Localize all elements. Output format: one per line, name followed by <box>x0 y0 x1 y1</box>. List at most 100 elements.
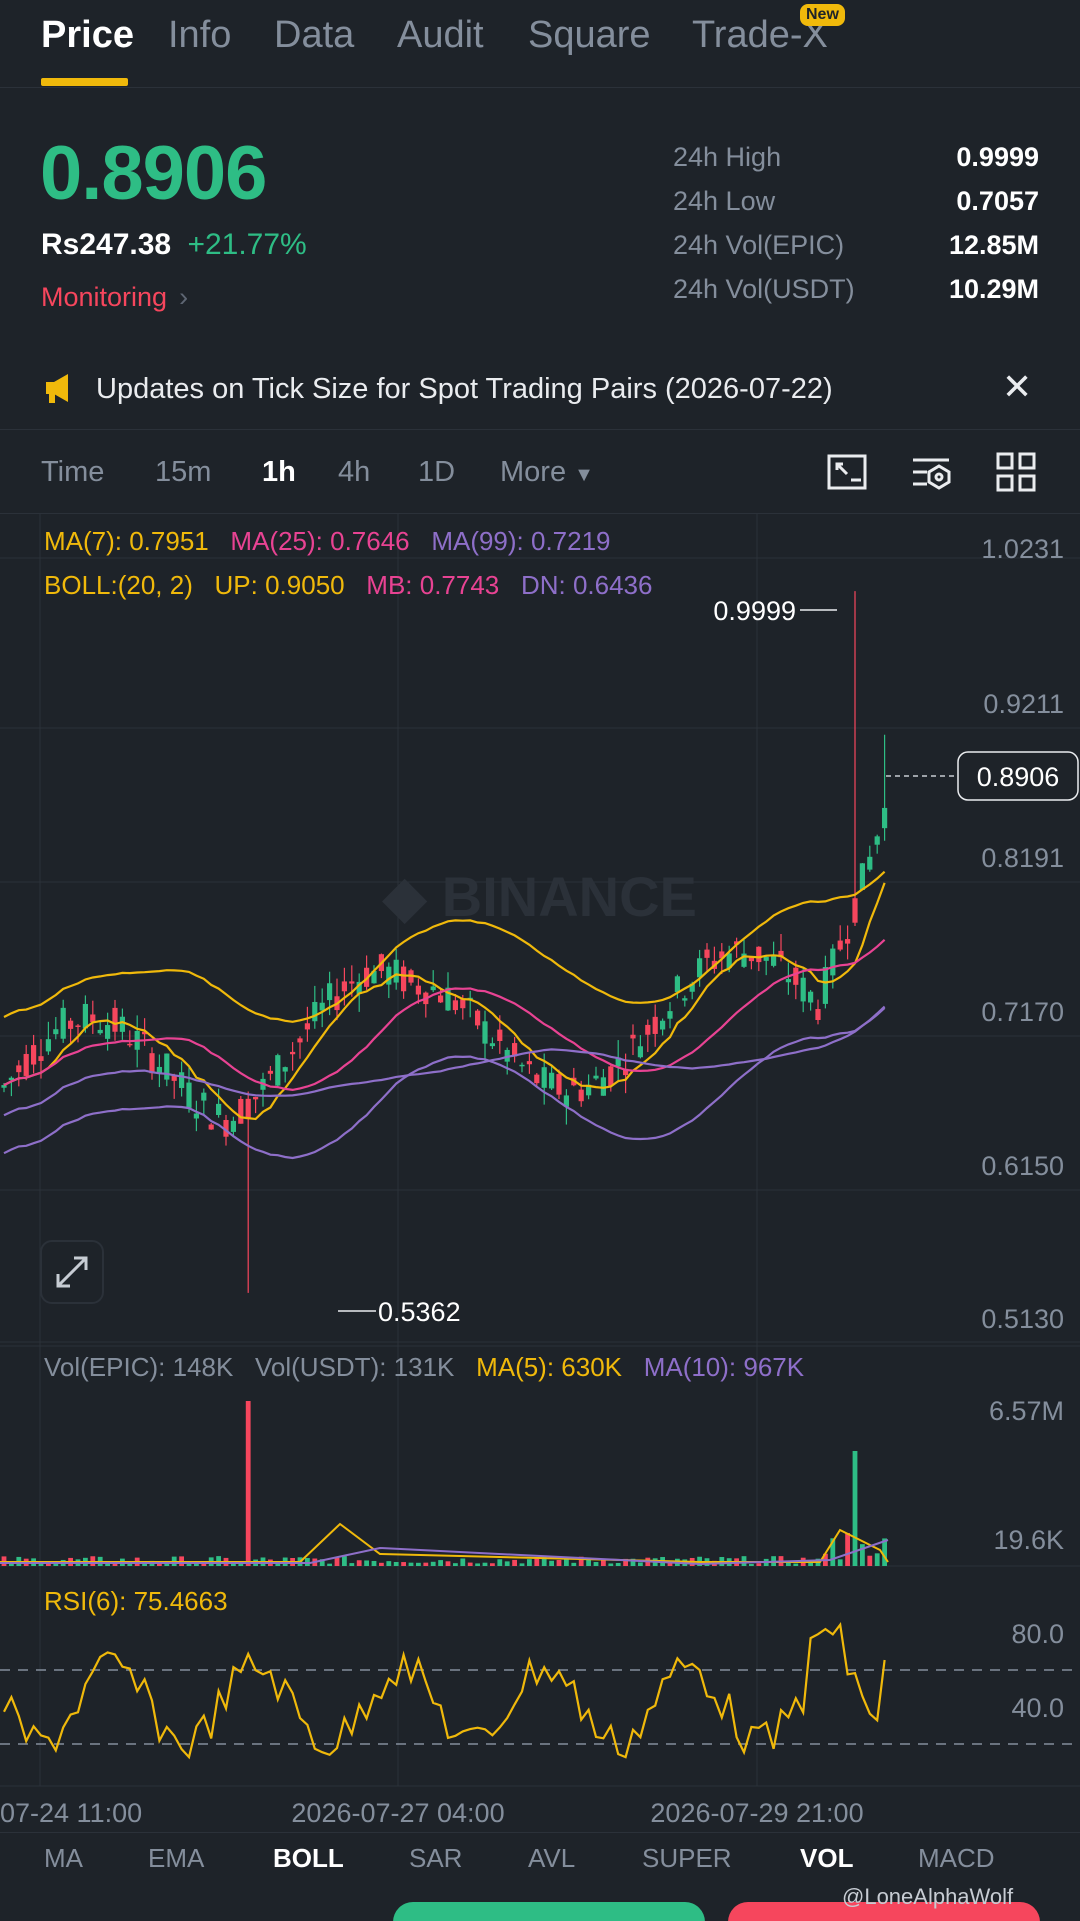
candle-body <box>90 1014 96 1023</box>
top-tabs: Price Info Data Audit Square Trade-X New <box>0 0 1080 88</box>
candle-body <box>549 1072 555 1089</box>
candle-body <box>327 983 333 1001</box>
candle-body <box>105 1025 111 1039</box>
candle-body <box>97 1029 103 1034</box>
candle-body <box>608 1066 614 1087</box>
candle-body <box>216 1103 222 1115</box>
fiat-line: Rs247.38 +21.77% <box>41 228 307 262</box>
candle-body <box>771 955 777 966</box>
volume-bar <box>549 1560 554 1566</box>
tab-data[interactable]: Data <box>274 14 354 57</box>
grid-layout-icon[interactable] <box>994 450 1038 494</box>
boll-dn: DN: 0.6436 <box>520 570 653 600</box>
monitoring-link[interactable]: Monitoring › <box>41 282 188 313</box>
buy-button[interactable] <box>393 1902 705 1921</box>
candle-body <box>164 1053 170 1080</box>
candle-body <box>193 1113 199 1119</box>
indicator-super[interactable]: SUPER <box>642 1843 732 1872</box>
interval-4h[interactable]: 4h <box>338 456 370 489</box>
rsi-axis-label: 80.0 <box>1011 1619 1064 1649</box>
candle-body <box>23 1053 29 1076</box>
candle-body <box>630 1034 636 1039</box>
candle-body <box>201 1092 207 1101</box>
candle-body <box>682 998 688 1001</box>
interval-1h[interactable]: 1h <box>262 456 296 489</box>
time-axis-label: 2026-07-29 21:00 <box>650 1798 863 1828</box>
indicator-vol[interactable]: VOL <box>800 1843 853 1872</box>
chart-settings-icon[interactable] <box>825 450 869 494</box>
volume-bar <box>793 1563 799 1566</box>
ma99-legend: MA(99): 0.7219 <box>431 526 611 556</box>
candle-body <box>230 1120 236 1132</box>
expand-icon <box>56 1256 88 1288</box>
candle-body <box>519 1064 525 1067</box>
candle-body <box>763 956 769 961</box>
candle-body <box>297 1038 303 1043</box>
candle-body <box>75 1025 81 1027</box>
volume-bar <box>608 1563 614 1566</box>
indicator-sar[interactable]: SAR <box>409 1843 462 1872</box>
indicator-macd[interactable]: MACD <box>918 1843 995 1872</box>
indicator-avl[interactable]: AVL <box>528 1843 575 1872</box>
change-percent: +21.77% <box>187 228 307 261</box>
interval-1d[interactable]: 1D <box>418 456 455 489</box>
candle-body <box>541 1067 547 1088</box>
volume-bar <box>334 1557 340 1566</box>
indicator-settings-icon[interactable] <box>909 450 953 494</box>
tab-square[interactable]: Square <box>528 14 651 57</box>
volume-bar <box>512 1559 517 1566</box>
indicator-ema[interactable]: EMA <box>148 1843 204 1872</box>
vol-ma10-line <box>0 1539 889 1566</box>
candle-body <box>874 836 880 845</box>
stat-label: 24h Vol(USDT) <box>673 274 855 304</box>
candle-body <box>112 1007 118 1032</box>
candle-body <box>53 1029 59 1035</box>
close-icon[interactable]: ✕ <box>1002 366 1032 408</box>
volume-bar <box>638 1562 643 1566</box>
volume-bar <box>615 1563 621 1566</box>
volume-bar <box>408 1562 414 1566</box>
monitoring-label: Monitoring <box>41 282 168 312</box>
volume-bar <box>379 1562 384 1566</box>
volume-bar <box>527 1559 532 1566</box>
volume-bar <box>504 1561 510 1566</box>
indicator-ma[interactable]: MA <box>44 1843 83 1872</box>
tab-audit[interactable]: Audit <box>397 14 484 57</box>
interval-more[interactable]: More ▼ <box>500 456 594 489</box>
candlestick-chart[interactable]: ◆ BINANCE 1.0231 0.9211 0.8191 0.7170 0.6150 0… <box>0 514 1080 1832</box>
stats-panel: 24h High 0.9999 24h Low 0.7057 24h Vol(E… <box>673 142 1039 318</box>
boll-legend: BOLL:(20, 2) UP: 0.9050 MB: 0.7743 DN: 0… <box>44 570 652 601</box>
indicator-boll[interactable]: BOLL <box>273 1843 344 1872</box>
low-price-label: 0.5362 <box>378 1297 461 1327</box>
boll-params: BOLL:(20, 2) <box>44 570 193 600</box>
interval-15m[interactable]: 15m <box>155 456 211 489</box>
volume-bar <box>327 1563 332 1566</box>
candle-body <box>534 1074 540 1084</box>
volume-bar <box>756 1563 762 1566</box>
last-price: 0.8906 <box>40 131 267 216</box>
announcement-banner[interactable]: Updates on Tick Size for Spot Trading Pa… <box>0 350 1080 430</box>
interval-toolbar: Time 15m 1h 4h 1D More ▼ <box>0 432 1080 514</box>
candle-body <box>822 967 828 1004</box>
tab-info[interactable]: Info <box>168 14 231 57</box>
candle-body <box>415 985 421 995</box>
chevron-right-icon: › <box>179 282 189 312</box>
candle-body <box>578 1089 584 1102</box>
caret-down-icon: ▼ <box>574 464 594 486</box>
boll-mb: MB: 0.7743 <box>366 570 500 600</box>
candle-body <box>31 1045 37 1065</box>
volume-bar <box>423 1562 429 1566</box>
volume-axis-label: 6.57M <box>989 1396 1064 1426</box>
fullscreen-button[interactable] <box>40 1240 104 1304</box>
boll-up: UP: 0.9050 <box>214 570 345 600</box>
volume-bar <box>837 1559 843 1566</box>
candle-body <box>1 1085 7 1088</box>
vol-ma5-legend: MA(5): 630K <box>476 1352 623 1382</box>
candle-body <box>852 898 858 923</box>
candle-body <box>438 995 444 1003</box>
stat-row: 24h Low 0.7057 <box>673 186 1039 230</box>
tab-price[interactable]: Price <box>41 14 134 57</box>
interval-time[interactable]: Time <box>41 456 104 489</box>
boll-lower-line <box>3 1007 886 1160</box>
candle-body <box>245 1098 251 1120</box>
